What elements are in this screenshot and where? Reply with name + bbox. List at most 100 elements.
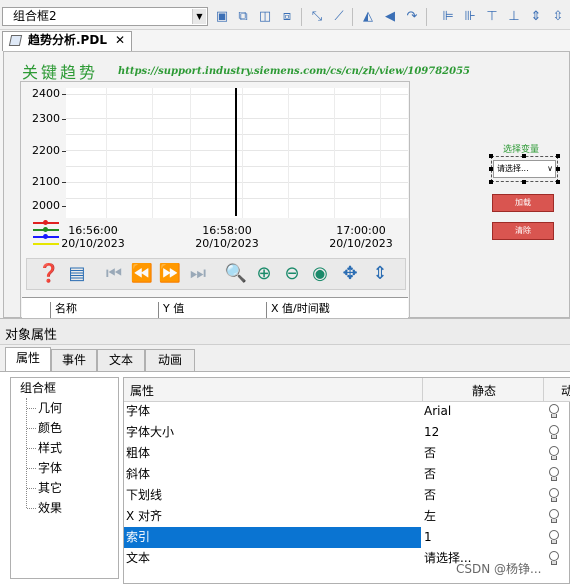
rotate-icon[interactable]: ◀ [382, 9, 398, 25]
toolbar-separator [301, 8, 302, 26]
resize-handle[interactable] [489, 154, 493, 158]
x-axis-time-label: 16:56:00 [68, 224, 118, 237]
tab-text[interactable]: 文本 [97, 349, 145, 371]
column-divider [158, 302, 159, 318]
select-variable-label: 选择变量 [503, 145, 540, 155]
property-name: 字体 [126, 404, 151, 418]
tree-root[interactable]: 组合框 [20, 381, 56, 395]
column-dynamic[interactable]: 动 [561, 384, 570, 398]
resize-handle[interactable] [522, 154, 526, 158]
align-center-icon[interactable]: ⊪ [462, 9, 478, 25]
lightbulb-icon[interactable] [548, 488, 560, 503]
move-axes-icon[interactable]: ⇕ [368, 262, 392, 286]
column-x-timestamp[interactable]: X 值/时间戳 [271, 302, 330, 316]
variable-combobox[interactable]: 请选择... ∨ [493, 160, 556, 178]
tree-item-styles[interactable]: 样式 [38, 441, 62, 455]
property-row[interactable]: 字体 Arial [124, 401, 570, 422]
column-y-value[interactable]: Y 值 [163, 302, 184, 316]
ungroup-icon[interactable]: ◫ [257, 9, 273, 25]
resize-handle[interactable] [489, 180, 493, 184]
property-value[interactable]: 否 [424, 485, 436, 506]
property-value[interactable]: Arial [424, 401, 451, 422]
group-icon[interactable]: ⧉ [235, 9, 251, 25]
zoom-area-icon[interactable]: 🔍 [224, 262, 248, 286]
column-attribute[interactable]: 属性 [130, 384, 154, 398]
lightbulb-icon[interactable] [548, 404, 560, 419]
y-axis-tick-label: 2300 [32, 112, 60, 125]
lightbulb-icon[interactable] [548, 530, 560, 545]
property-row[interactable]: 字体大小 12 [124, 422, 570, 443]
connector-icon[interactable]: ⤡ [309, 9, 325, 25]
last-record-icon[interactable]: ⏭ [186, 262, 210, 286]
resize-handle[interactable] [556, 167, 560, 171]
chevron-down-icon[interactable]: ▼ [192, 9, 206, 24]
help-icon[interactable]: ❓ [37, 262, 61, 286]
arrange-icon[interactable]: ⧈ [279, 9, 295, 25]
magic-wand-icon[interactable]: ⟋ [331, 9, 347, 25]
clear-button[interactable]: 清除 [492, 222, 554, 240]
resize-handle[interactable] [556, 154, 560, 158]
align-objects-icon[interactable]: ▣ [214, 9, 230, 25]
resize-handle[interactable] [522, 180, 526, 184]
tab-events[interactable]: 事件 [51, 349, 97, 371]
property-row[interactable]: X 对齐 左 [124, 506, 570, 527]
y-axis-tick-label: 2000 [32, 199, 60, 212]
first-record-icon[interactable]: ⏮ [102, 262, 126, 286]
resize-handle[interactable] [556, 180, 560, 184]
zoom-out-icon[interactable]: ⊖ [280, 262, 304, 286]
property-value[interactable]: 否 [424, 443, 436, 464]
property-value[interactable]: 左 [424, 506, 436, 527]
previous-record-icon[interactable]: ⏪ [130, 262, 154, 286]
tree-connector [27, 408, 36, 409]
properties-header [0, 318, 570, 345]
align-top-icon[interactable]: ⊤ [484, 9, 500, 25]
lightbulb-icon[interactable] [548, 509, 560, 524]
lightbulb-icon[interactable] [548, 467, 560, 482]
zoom-in-icon[interactable]: ⊕ [252, 262, 276, 286]
next-record-icon[interactable]: ⏩ [158, 262, 182, 286]
object-select-combobox[interactable]: 组合框2 ▼ [2, 7, 208, 26]
property-row[interactable]: 粗体 否 [124, 443, 570, 464]
chevron-down-icon[interactable]: ∨ [547, 161, 553, 177]
tab-animation[interactable]: 动画 [145, 349, 195, 371]
grid-line [288, 88, 289, 218]
move-area-icon[interactable]: ✥ [338, 262, 362, 286]
property-row[interactable]: 斜体 否 [124, 464, 570, 485]
column-divider [543, 378, 544, 402]
y-axis-tick-label: 2200 [32, 144, 60, 157]
close-icon[interactable]: ✕ [115, 33, 125, 47]
tree-item-font[interactable]: 字体 [38, 461, 62, 475]
grid-line [190, 88, 191, 218]
tree-item-effects[interactable]: 效果 [38, 501, 62, 515]
property-row-selected[interactable]: 索引 1 [124, 527, 570, 548]
column-name[interactable]: 名称 [55, 302, 77, 316]
support-link[interactable]: https://support.industry.siemens.com/cs/… [118, 66, 470, 77]
align-middle-icon[interactable]: ⊥ [506, 9, 522, 25]
tree-item-misc[interactable]: 其它 [38, 481, 62, 495]
lightbulb-icon[interactable] [548, 446, 560, 461]
property-value[interactable]: 否 [424, 464, 436, 485]
property-value[interactable]: 12 [424, 422, 439, 443]
property-value[interactable]: 1 [424, 527, 432, 548]
grid-line [66, 134, 408, 135]
same-size-icon[interactable]: ⇳ [550, 9, 566, 25]
lightbulb-icon[interactable] [548, 551, 560, 566]
align-left-icon[interactable]: ⊫ [440, 9, 456, 25]
x-axis-date-label: 20/10/2023 [195, 237, 259, 250]
property-row[interactable]: 下划线 否 [124, 485, 570, 506]
distribute-icon[interactable]: ⇕ [528, 9, 544, 25]
tree-item-colors[interactable]: 颜色 [38, 421, 62, 435]
legend-marker [43, 227, 48, 232]
config-dialog-icon[interactable]: ▤ [65, 262, 89, 286]
column-static[interactable]: 静态 [472, 384, 496, 398]
zoom-time-axis-icon[interactable]: ◉ [308, 262, 332, 286]
tab-properties[interactable]: 属性 [5, 347, 51, 372]
ruler-line[interactable] [235, 88, 237, 216]
tree-item-geometry[interactable]: 几何 [38, 401, 62, 415]
lightbulb-icon[interactable] [548, 425, 560, 440]
rotate-right-icon[interactable]: ↷ [404, 9, 420, 25]
load-button[interactable]: 加载 [492, 194, 554, 212]
trend-plot-area[interactable] [66, 88, 408, 218]
flip-vertical-icon[interactable]: ◭ [360, 9, 376, 25]
tree-connector [27, 468, 36, 469]
